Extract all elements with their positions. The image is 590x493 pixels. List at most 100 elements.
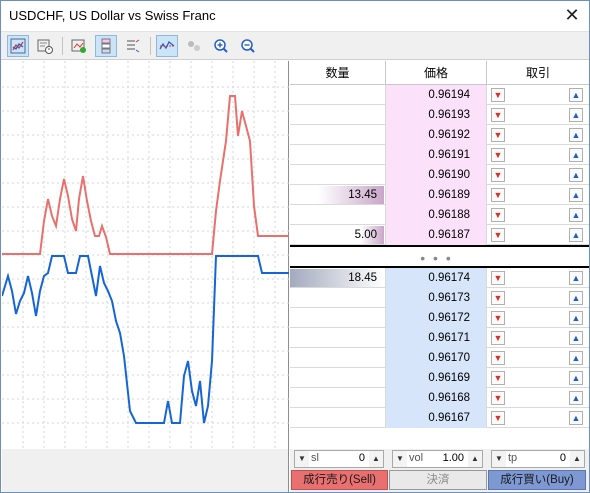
price-cell[interactable]: 0.96190 [386, 165, 487, 185]
sl-decrease-icon[interactable]: ▼ [295, 451, 309, 467]
trade-levels-icon[interactable] [156, 35, 178, 57]
sell-chevron-down-icon[interactable]: ▼ [491, 411, 505, 425]
title-bar: USDCHF, US Dollar vs Swiss Franc ✕ [1, 1, 589, 31]
price-cell[interactable]: 0.96170 [386, 348, 487, 368]
sl-value[interactable]: 0 [359, 452, 365, 464]
price-cell[interactable]: 0.96174 [386, 268, 487, 288]
buy-chevron-up-icon[interactable]: ▲ [569, 128, 583, 142]
tick-chart-icon[interactable] [34, 35, 56, 57]
buy-chevron-up-icon[interactable]: ▲ [569, 271, 583, 285]
sl-increase-icon[interactable]: ▲ [369, 451, 383, 467]
depth-icon[interactable] [95, 35, 117, 57]
buy-chevron-up-icon[interactable]: ▲ [569, 108, 583, 122]
chart-icon[interactable] [7, 35, 29, 57]
order-controls: ▼ sl 0 ▲ ▼ vol 1.00 ▲ ▼ tp 0 ▲ 成行売り(Sell… [290, 449, 589, 492]
bid-row: 0.96173 ▼ ▲ [290, 288, 589, 308]
sell-chevron-down-icon[interactable]: ▼ [491, 168, 505, 182]
sl-field[interactable]: ▼ sl 0 ▲ [294, 450, 384, 468]
price-cell[interactable]: 0.96191 [386, 145, 487, 165]
market-sell-button[interactable]: 成行売り(Sell) [291, 470, 388, 490]
price-cell[interactable]: 0.96187 [386, 225, 487, 245]
sell-chevron-down-icon[interactable]: ▼ [491, 371, 505, 385]
tick-chart-canvas [1, 61, 289, 449]
price-cell[interactable]: 0.96173 [386, 288, 487, 308]
bid-row: 0.96168 ▼ ▲ [290, 388, 589, 408]
list-icon[interactable] [122, 35, 144, 57]
vol-decrease-icon[interactable]: ▼ [393, 451, 407, 467]
buy-chevron-up-icon[interactable]: ▲ [569, 168, 583, 182]
sell-chevron-down-icon[interactable]: ▼ [491, 148, 505, 162]
buy-chevron-up-icon[interactable]: ▲ [569, 228, 583, 242]
zoom-in-icon[interactable] [210, 35, 232, 57]
sell-chevron-down-icon[interactable]: ▼ [491, 128, 505, 142]
sell-chevron-down-icon[interactable]: ▼ [491, 331, 505, 345]
vol-value[interactable]: 1.00 [443, 452, 464, 464]
volume-cell: 13.45 [290, 185, 386, 205]
price-cell[interactable]: 0.96172 [386, 308, 487, 328]
column-header-trade[interactable]: 取引 [487, 61, 589, 85]
buy-chevron-up-icon[interactable]: ▲ [569, 391, 583, 405]
buy-chevron-up-icon[interactable]: ▲ [569, 148, 583, 162]
column-header-volume[interactable]: 数量 [290, 61, 386, 85]
buy-chevron-up-icon[interactable]: ▲ [569, 331, 583, 345]
price-cell[interactable]: 0.96189 [386, 185, 487, 205]
sell-chevron-down-icon[interactable]: ▼ [491, 108, 505, 122]
price-cell[interactable]: 0.96193 [386, 105, 487, 125]
close-icon[interactable]: ✕ [561, 4, 583, 26]
sell-chevron-down-icon[interactable]: ▼ [491, 228, 505, 242]
tp-decrease-icon[interactable]: ▼ [492, 451, 506, 467]
chart-footer [2, 449, 289, 492]
buy-chevron-up-icon[interactable]: ▲ [569, 311, 583, 325]
zoom-out-icon[interactable] [237, 35, 259, 57]
trade-cell: ▼ ▲ [487, 225, 589, 245]
volume-cell [290, 105, 386, 125]
trade-cell: ▼ ▲ [487, 268, 589, 288]
tp-value[interactable]: 0 [560, 452, 566, 464]
trade-cell: ▼ ▲ [487, 348, 589, 368]
trade-cell: ▼ ▲ [487, 125, 589, 145]
sell-chevron-down-icon[interactable]: ▼ [491, 188, 505, 202]
sell-chevron-down-icon[interactable]: ▼ [491, 291, 505, 305]
signal-icon[interactable] [68, 35, 90, 57]
sell-chevron-down-icon[interactable]: ▼ [491, 271, 505, 285]
tp-increase-icon[interactable]: ▲ [570, 451, 584, 467]
buy-chevron-up-icon[interactable]: ▲ [569, 188, 583, 202]
vol-field[interactable]: ▼ vol 1.00 ▲ [392, 450, 483, 468]
tp-field[interactable]: ▼ tp 0 ▲ [491, 450, 585, 468]
volume-cell [290, 308, 386, 328]
trade-cell: ▼ ▲ [487, 85, 589, 105]
trade-cell: ▼ ▲ [487, 388, 589, 408]
tick-chart[interactable] [1, 61, 289, 449]
trade-cell: ▼ ▲ [487, 308, 589, 328]
vol-increase-icon[interactable]: ▲ [468, 451, 482, 467]
sell-chevron-down-icon[interactable]: ▼ [491, 208, 505, 222]
dots-icon[interactable] [183, 35, 205, 57]
close-position-button[interactable]: 決済 [389, 470, 487, 490]
buy-chevron-up-icon[interactable]: ▲ [569, 291, 583, 305]
buy-chevron-up-icon[interactable]: ▲ [569, 351, 583, 365]
volume-cell [290, 368, 386, 388]
trade-cell: ▼ ▲ [487, 288, 589, 308]
buy-chevron-up-icon[interactable]: ▲ [569, 88, 583, 102]
ask-row: 13.45 0.96189 ▼ ▲ [290, 185, 589, 205]
price-cell[interactable]: 0.96169 [386, 368, 487, 388]
sell-chevron-down-icon[interactable]: ▼ [491, 88, 505, 102]
volume-cell [290, 348, 386, 368]
bid-row: 0.96171 ▼ ▲ [290, 328, 589, 348]
price-cell[interactable]: 0.96171 [386, 328, 487, 348]
market-buy-button[interactable]: 成行買い(Buy) [488, 470, 586, 490]
bid-row: 18.45 0.96174 ▼ ▲ [290, 268, 589, 288]
price-cell[interactable]: 0.96188 [386, 205, 487, 225]
buy-chevron-up-icon[interactable]: ▲ [569, 411, 583, 425]
price-cell[interactable]: 0.96167 [386, 408, 487, 428]
bid-row: 0.96170 ▼ ▲ [290, 348, 589, 368]
price-cell[interactable]: 0.96168 [386, 388, 487, 408]
buy-chevron-up-icon[interactable]: ▲ [569, 208, 583, 222]
buy-chevron-up-icon[interactable]: ▲ [569, 371, 583, 385]
price-cell[interactable]: 0.96194 [386, 85, 487, 105]
sell-chevron-down-icon[interactable]: ▼ [491, 351, 505, 365]
sell-chevron-down-icon[interactable]: ▼ [491, 311, 505, 325]
column-header-price[interactable]: 価格 [386, 61, 487, 85]
price-cell[interactable]: 0.96192 [386, 125, 487, 145]
sell-chevron-down-icon[interactable]: ▼ [491, 391, 505, 405]
